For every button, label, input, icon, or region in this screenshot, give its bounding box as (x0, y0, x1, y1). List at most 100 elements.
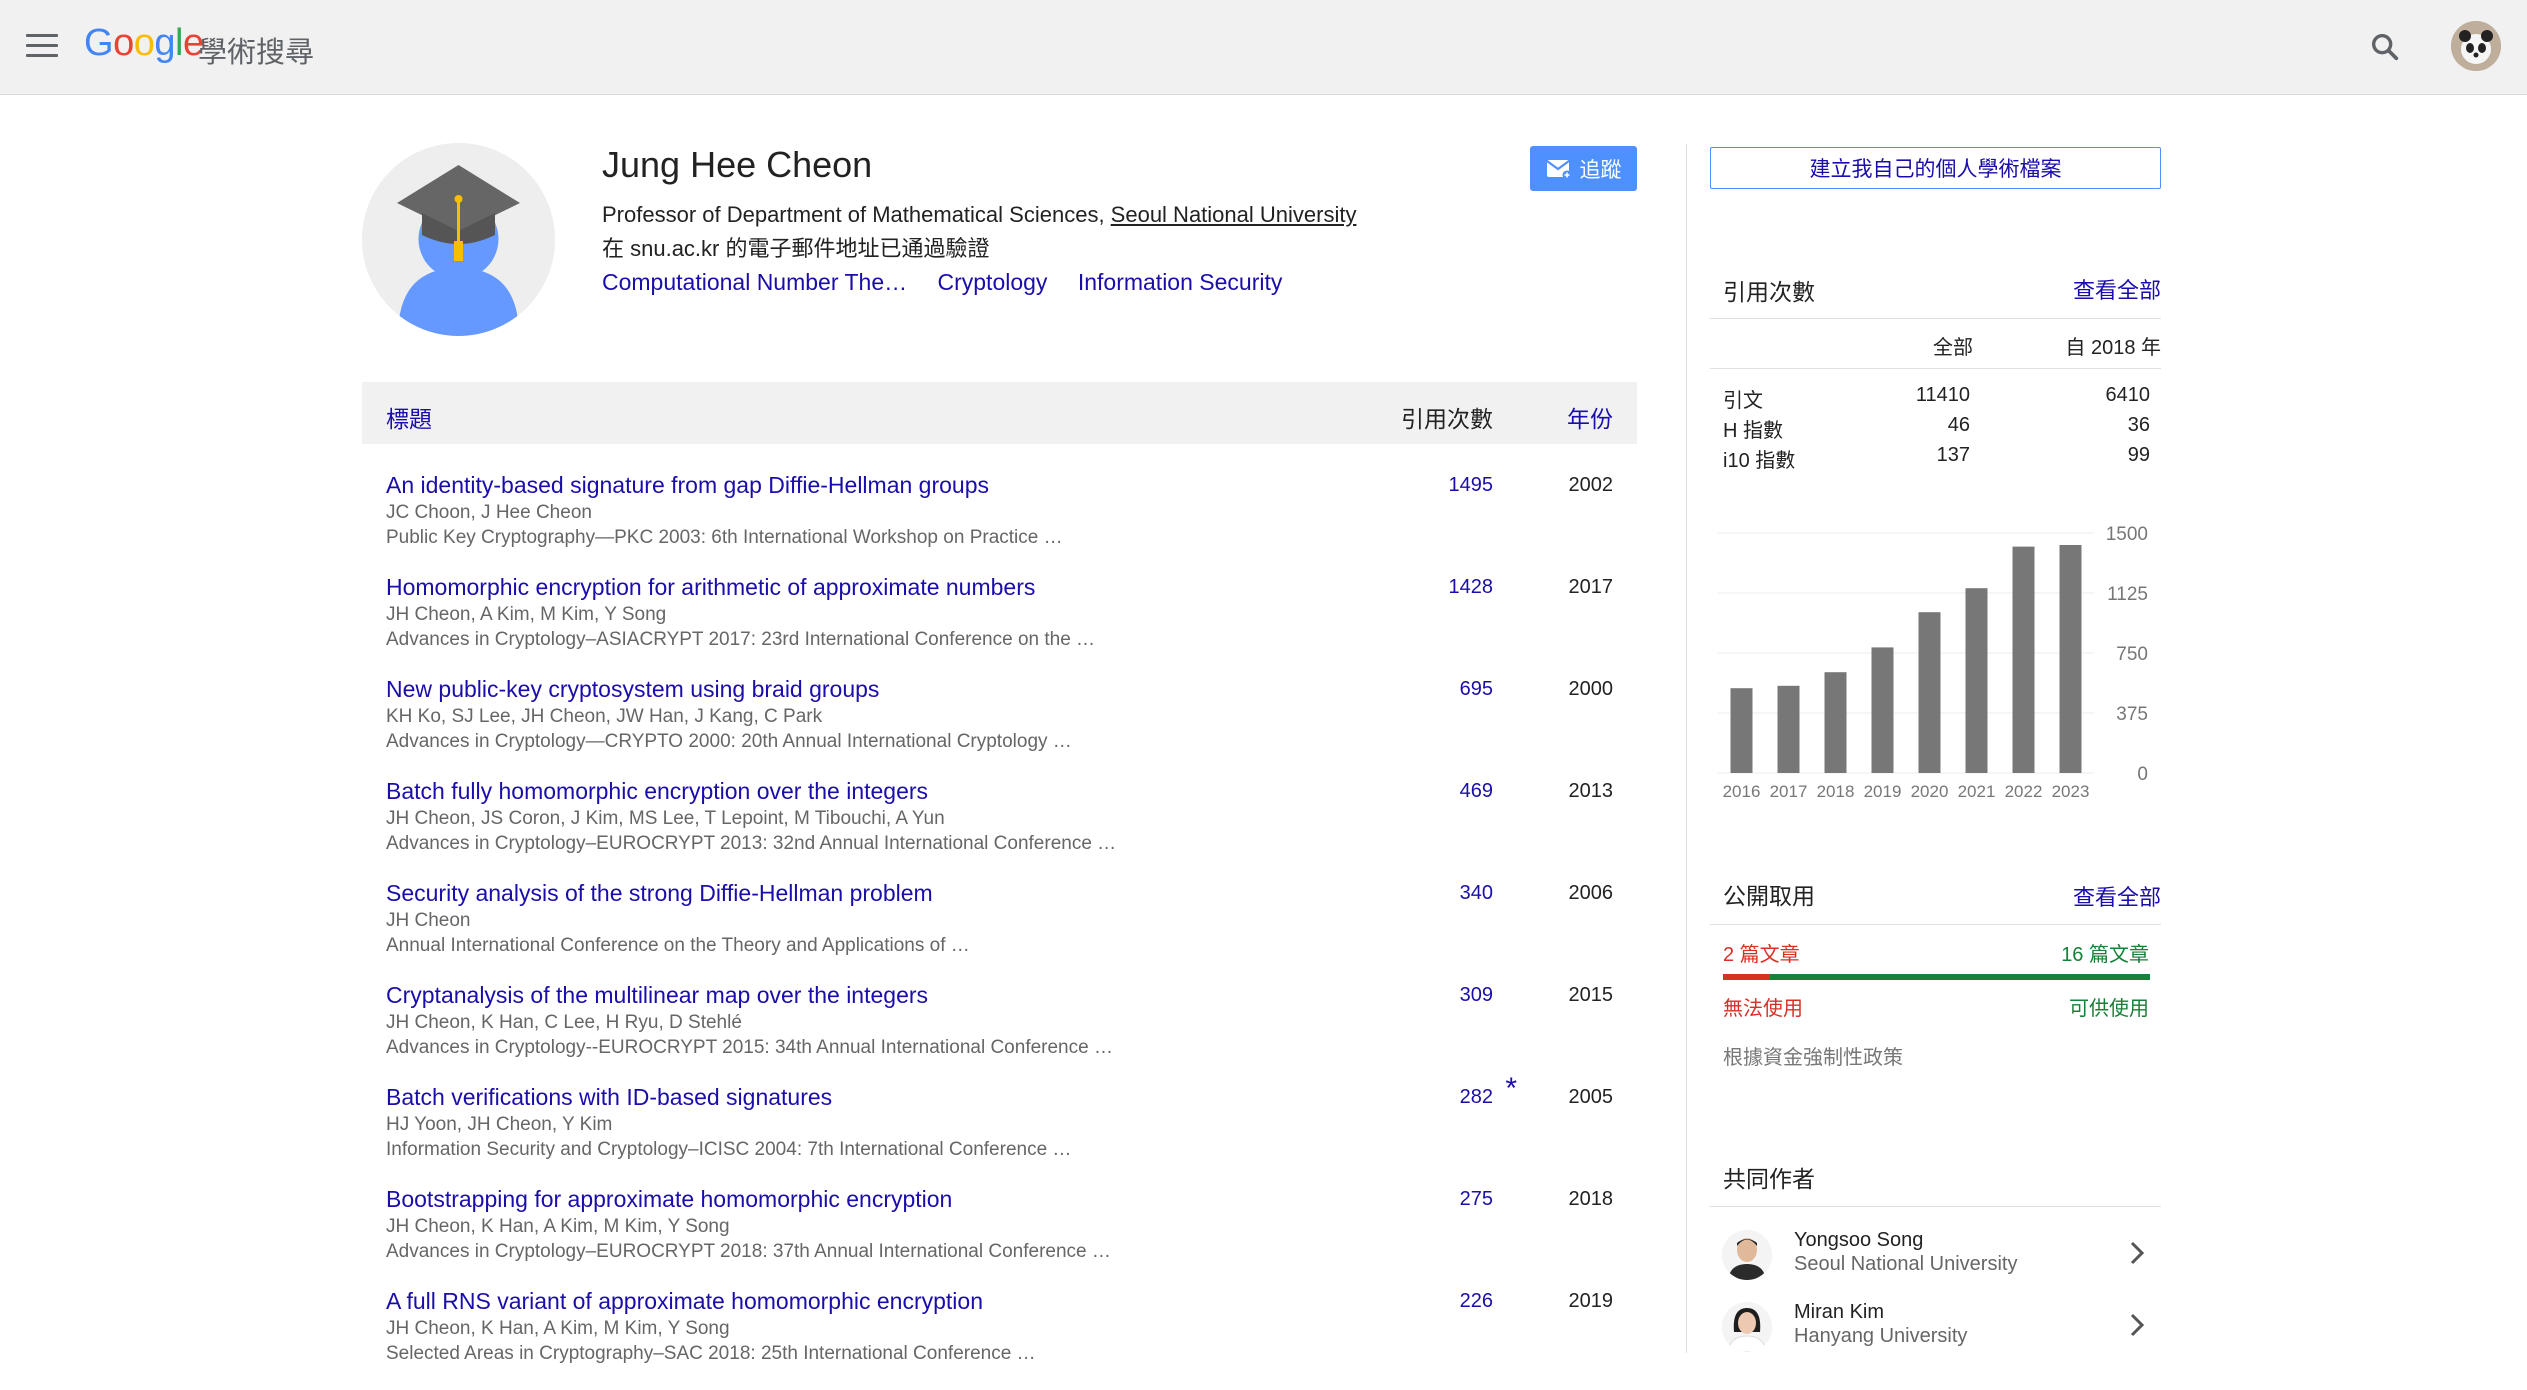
citations-view-all-link[interactable]: 查看全部 (2073, 273, 2161, 305)
coauthor-avatar (1722, 1230, 1772, 1280)
coauthor-affiliation: Seoul National University (1794, 1253, 2018, 1275)
publication-year: 2015 (1568, 984, 1614, 1006)
chart-bar-2020 (1918, 612, 1941, 773)
divider (1710, 318, 2161, 319)
cited-by-link[interactable]: 309 (1460, 984, 1493, 1007)
table-row: An identity-based signature from gap Dif… (362, 472, 1637, 574)
sort-by-year[interactable]: 年份 (1567, 400, 1613, 434)
stat-all: 11410 (1915, 384, 1970, 406)
logo-letter: o (133, 22, 155, 64)
cited-by-link[interactable]: 695 (1460, 678, 1493, 701)
citations-bar-chart: 0 375 750 1125 1500 2016 2017 2018 2019 2020 2021 2… (1718, 524, 2148, 801)
logo-letter: o (113, 22, 134, 64)
coauthor-item[interactable]: Miran Kim Hanyang University (1710, 1295, 2161, 1365)
cited-by-link[interactable]: 1495 (1449, 474, 1494, 497)
logo-letter: g (154, 22, 175, 64)
chart-bar-2018 (1824, 672, 1847, 773)
sort-by-cited[interactable]: 引用次數 (1401, 400, 1493, 434)
coauthor-affiliation: Hanyang University (1794, 1325, 1968, 1347)
publication-year: 2013 (1568, 780, 1614, 802)
stat-since: 6410 (2105, 384, 2151, 406)
column-divider (1686, 144, 1687, 1353)
publication-title-link[interactable]: New public-key cryptosystem using braid … (386, 676, 879, 703)
publication-authors: JH Cheon, K Han, C Lee, H Ryu, D Stehlé (386, 1012, 742, 1033)
publication-venue: Advances in Cryptology–EUROCRYPT 2013: 3… (386, 833, 1117, 854)
top-app-bar: Google 學術搜尋 (0, 0, 2527, 95)
publication-title-link[interactable]: A full RNS variant of approximate homomo… (386, 1288, 983, 1315)
x-tick-label: 2016 (1723, 782, 1761, 801)
publication-title-link[interactable]: Bootstrapping for approximate homomorphi… (386, 1186, 952, 1213)
coauthor-name: Miran Kim (1794, 1301, 1885, 1323)
publication-venue: Advances in Cryptology--EUROCRYPT 2015: … (386, 1037, 1113, 1058)
publication-authors: HJ Yoon, JH Cheon, Y Kim (386, 1114, 613, 1135)
hamburger-menu-icon[interactable] (26, 34, 58, 58)
create-profile-button[interactable]: 建立我自己的個人學術檔案 (1710, 147, 2161, 189)
cited-by-link[interactable]: 282 (1460, 1086, 1493, 1109)
stats-col-all: 全部 (1933, 337, 1973, 359)
publication-title-link[interactable]: Batch fully homomorphic encryption over … (386, 778, 928, 805)
x-tick-label: 2017 (1770, 782, 1808, 801)
publication-year: 2002 (1568, 474, 1614, 496)
publication-year: 2017 (1568, 576, 1614, 598)
follow-button[interactable]: 追蹤 (1530, 146, 1637, 191)
publication-year: 2006 (1568, 882, 1614, 904)
search-icon[interactable] (2368, 30, 2402, 64)
publication-venue: Advances in Cryptology–EUROCRYPT 2018: 3… (386, 1241, 1111, 1262)
publication-title-link[interactable]: An identity-based signature from gap Dif… (386, 472, 989, 499)
y-tick-label: 1125 (2107, 584, 2148, 605)
chart-bar-2016 (1730, 688, 1753, 773)
publication-title-link[interactable]: Homomorphic encryption for arithmetic of… (386, 574, 1035, 601)
coauthor-name: Yongsoo Song (1794, 1229, 1924, 1251)
stats-col-since: 自 2018 年 (2065, 337, 2161, 359)
chevron-right-icon (2130, 1313, 2145, 1337)
table-row: New public-key cryptosystem using braid … (362, 676, 1637, 778)
affiliation-link[interactable]: Seoul National University (1111, 202, 1357, 227)
oa-available-label: 可供使用 (2069, 998, 2149, 1020)
chart-bar-2023 (2059, 545, 2082, 773)
cited-by-link[interactable]: 469 (1460, 780, 1493, 803)
interest-link-information-security[interactable]: Information Security (1078, 269, 1283, 295)
publication-authors: JH Cheon, A Kim, M Kim, Y Song (386, 604, 667, 625)
profile-affiliation: Professor of Department of Mathematical … (602, 202, 1356, 228)
y-tick-label: 375 (2116, 704, 2148, 725)
x-tick-label: 2018 (1817, 782, 1855, 801)
sort-by-title[interactable]: 標題 (386, 400, 432, 434)
publication-year: 2018 (1568, 1188, 1614, 1210)
table-row: Batch verifications with ID-based signat… (362, 1072, 1637, 1186)
research-interests: Computational Number The… Cryptology Inf… (602, 269, 1306, 296)
x-tick-label: 2022 (2005, 782, 2043, 801)
logo-letter: l (174, 22, 183, 64)
cited-by-link[interactable]: 1428 (1449, 576, 1494, 599)
oa-unavailable-count: 2 篇文章 (1723, 944, 1800, 966)
x-tick-label: 2021 (1958, 782, 1996, 801)
coauthor-avatar (1722, 1302, 1772, 1352)
oa-unavailable-label: 無法使用 (1723, 998, 1803, 1020)
publication-title-link[interactable]: Cryptanalysis of the multilinear map ove… (386, 982, 928, 1009)
x-tick-label: 2019 (1864, 782, 1902, 801)
publication-venue: Advances in Cryptology—CRYPTO 2000: 20th… (386, 731, 1072, 752)
coauthor-item[interactable]: Yongsoo Song Seoul National University (1710, 1223, 2161, 1293)
publication-venue: Information Security and Cryptology–ICIS… (386, 1139, 1072, 1160)
publication-title-link[interactable]: Security analysis of the strong Diffie-H… (386, 880, 933, 907)
publication-title-link[interactable]: Batch verifications with ID-based signat… (386, 1084, 832, 1111)
stat-label: i10 指數 (1723, 450, 1796, 472)
logo-letter: G (84, 22, 114, 64)
chevron-right-icon (2130, 1241, 2145, 1265)
cited-by-link[interactable]: 340 (1460, 882, 1493, 905)
interest-link-computational-number-theory[interactable]: Computational Number The… (602, 269, 907, 295)
account-avatar[interactable] (2451, 21, 2501, 71)
table-row: A full RNS variant of approximate homomo… (362, 1288, 1637, 1390)
cited-by-link[interactable]: 226 (1460, 1290, 1493, 1313)
open-access-view-all-link[interactable]: 查看全部 (2073, 880, 2161, 912)
y-tick-label: 1500 (2106, 524, 2148, 545)
cited-by-link[interactable]: 275 (1460, 1188, 1493, 1211)
stat-since: 99 (2127, 444, 2150, 466)
merged-citations-star[interactable]: * (1505, 1072, 1517, 1106)
interest-link-cryptology[interactable]: Cryptology (938, 269, 1048, 295)
person-photo-icon (1722, 1230, 1772, 1280)
person-photo-icon (1722, 1302, 1772, 1352)
google-logo[interactable]: Google (84, 22, 204, 65)
stat-all: 46 (1947, 414, 1970, 436)
publication-year: 2005 (1568, 1086, 1614, 1108)
oa-available-count: 16 篇文章 (2061, 944, 2149, 966)
